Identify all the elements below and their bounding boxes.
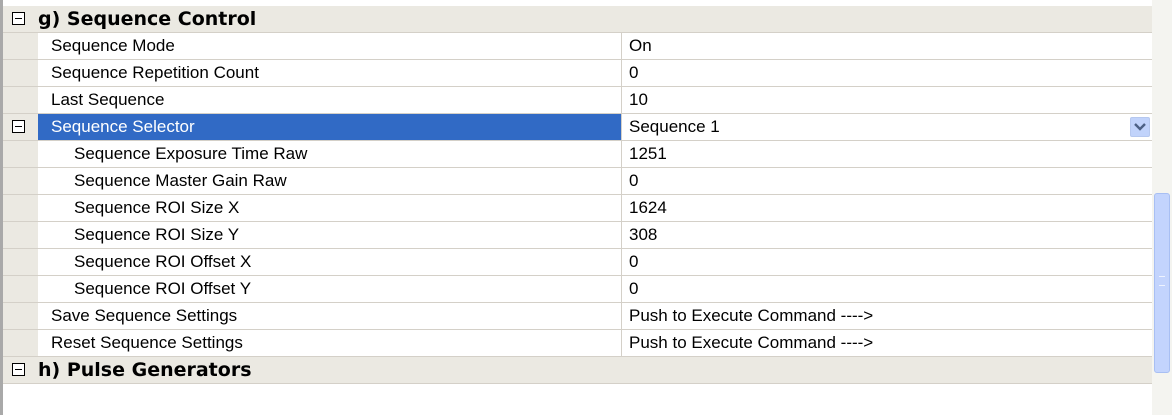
dropdown-selected-value: Sequence 1 xyxy=(629,117,720,136)
row-gutter xyxy=(3,222,38,248)
property-value[interactable]: 1251 xyxy=(622,141,1152,167)
property-value[interactable]: 0 xyxy=(622,249,1152,275)
category-title: g) Sequence Control xyxy=(38,8,257,30)
row-gutter xyxy=(3,249,38,275)
sequence-selector-dropdown[interactable]: Sequence 1 xyxy=(622,114,1152,140)
vertical-scrollbar[interactable] xyxy=(1152,0,1172,415)
row-gutter xyxy=(3,168,38,194)
property-row-reset-sequence-settings[interactable]: Reset Sequence Settings Push to Execute … xyxy=(3,330,1152,357)
property-row-sequence-mode[interactable]: Sequence Mode On xyxy=(3,33,1152,60)
property-row-save-sequence-settings[interactable]: Save Sequence Settings Push to Execute C… xyxy=(3,303,1152,330)
execute-command-value[interactable]: Push to Execute Command ----> xyxy=(622,303,1152,329)
row-gutter xyxy=(3,33,38,59)
row-gutter xyxy=(3,60,38,86)
scrollbar-thumb[interactable] xyxy=(1154,193,1170,373)
execute-command-value[interactable]: Push to Execute Command ----> xyxy=(622,330,1152,356)
property-row-sequence-exposure-time-raw[interactable]: Sequence Exposure Time Raw 1251 xyxy=(3,141,1152,168)
property-value[interactable]: 0 xyxy=(622,276,1152,302)
category-sequence-control[interactable]: g) Sequence Control xyxy=(3,6,1152,33)
row-gutter xyxy=(3,195,38,221)
property-name: Sequence Exposure Time Raw xyxy=(38,141,622,167)
category-title: h) Pulse Generators xyxy=(38,359,252,381)
property-name: Sequence Mode xyxy=(38,33,622,59)
property-name: Sequence Master Gain Raw xyxy=(38,168,622,194)
category-pulse-generators[interactable]: h) Pulse Generators xyxy=(3,357,1152,384)
property-name: Sequence ROI Size Y xyxy=(38,222,622,248)
collapse-icon[interactable] xyxy=(12,120,25,133)
property-row-last-sequence[interactable]: Last Sequence 10 xyxy=(3,87,1152,114)
row-gutter xyxy=(3,303,38,329)
property-name: Sequence ROI Offset Y xyxy=(38,276,622,302)
property-name: Save Sequence Settings xyxy=(38,303,622,329)
property-name: Sequence Repetition Count xyxy=(38,60,622,86)
property-row-sequence-selector[interactable]: Sequence Selector Sequence 1 xyxy=(3,114,1152,141)
dropdown-button[interactable] xyxy=(1130,117,1150,137)
property-value[interactable]: 308 xyxy=(622,222,1152,248)
property-grid: g) Sequence Control Sequence Mode On Seq… xyxy=(0,0,1152,415)
row-gutter xyxy=(3,87,38,113)
property-value[interactable]: 0 xyxy=(622,168,1152,194)
property-value[interactable]: 0 xyxy=(622,60,1152,86)
grip-icon xyxy=(1159,276,1165,286)
property-row-sequence-repetition-count[interactable]: Sequence Repetition Count 0 xyxy=(3,60,1152,87)
collapse-icon[interactable] xyxy=(12,12,25,25)
property-name: Sequence ROI Offset X xyxy=(38,249,622,275)
property-name: Last Sequence xyxy=(38,87,622,113)
property-value[interactable]: 10 xyxy=(622,87,1152,113)
property-value[interactable]: On xyxy=(622,33,1152,59)
property-name: Sequence Selector xyxy=(38,114,622,140)
property-name: Reset Sequence Settings xyxy=(38,330,622,356)
chevron-down-icon xyxy=(1134,123,1146,131)
property-row-sequence-roi-offset-y[interactable]: Sequence ROI Offset Y 0 xyxy=(3,276,1152,303)
property-name: Sequence ROI Size X xyxy=(38,195,622,221)
property-row-sequence-roi-size-x[interactable]: Sequence ROI Size X 1624 xyxy=(3,195,1152,222)
row-gutter xyxy=(3,114,38,140)
row-gutter xyxy=(3,141,38,167)
collapse-icon[interactable] xyxy=(12,363,25,376)
property-row-sequence-roi-offset-x[interactable]: Sequence ROI Offset X 0 xyxy=(3,249,1152,276)
row-gutter xyxy=(3,330,38,356)
property-row-sequence-master-gain-raw[interactable]: Sequence Master Gain Raw 0 xyxy=(3,168,1152,195)
property-value[interactable]: 1624 xyxy=(622,195,1152,221)
property-row-sequence-roi-size-y[interactable]: Sequence ROI Size Y 308 xyxy=(3,222,1152,249)
row-gutter xyxy=(3,276,38,302)
